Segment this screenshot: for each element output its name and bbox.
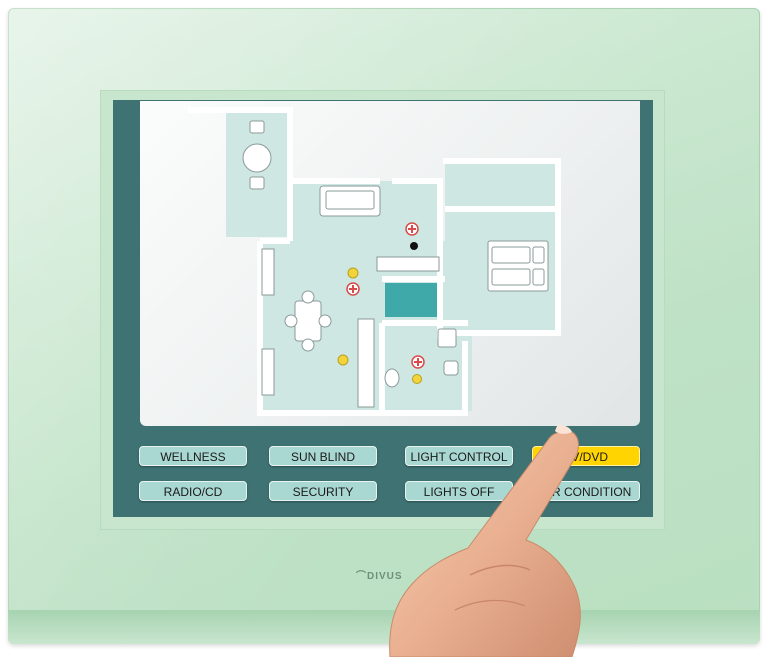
- light-indicator[interactable]: [412, 374, 422, 384]
- light-indicator[interactable]: [347, 267, 359, 279]
- light-control-button[interactable]: LIGHT CONTROL: [405, 446, 513, 466]
- sun-blind-button[interactable]: SUN BLIND: [269, 446, 377, 466]
- lights-off-button[interactable]: LIGHTS OFF: [405, 481, 513, 501]
- bezel-bottom-edge: [8, 610, 760, 644]
- heating-indicator[interactable]: [411, 355, 425, 369]
- room-pool[interactable]: [385, 283, 443, 317]
- tv-dvd-button[interactable]: TV/DVD: [532, 446, 640, 466]
- logo-arc-icon: ⌒: [356, 571, 367, 582]
- logo-text: DIVUS: [367, 571, 403, 582]
- light-indicator[interactable]: [337, 354, 349, 366]
- air-condition-button[interactable]: AIR CONDITION: [532, 481, 640, 501]
- floorplan-screen: [140, 101, 640, 426]
- floorplan-map: [188, 107, 561, 416]
- brand-logo: ⌒DIVUS: [356, 567, 403, 582]
- heating-indicator[interactable]: [405, 222, 419, 236]
- heating-indicator[interactable]: [346, 282, 360, 296]
- sensor-indicator[interactable]: [410, 242, 418, 250]
- security-button[interactable]: SECURITY: [269, 481, 377, 501]
- wellness-button[interactable]: WELLNESS: [139, 446, 247, 466]
- radio-cd-button[interactable]: RADIO/CD: [139, 481, 247, 501]
